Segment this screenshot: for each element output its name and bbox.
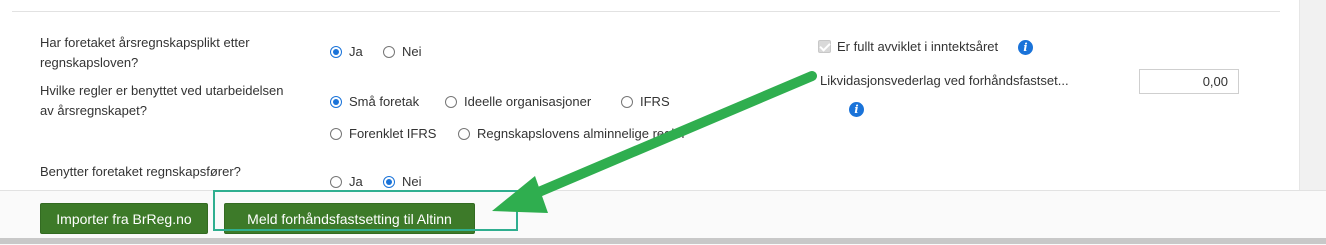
footer-bar: Importer fra BrReg.no Meld forhåndsfasts… — [0, 190, 1326, 245]
q2-option-sma-foretak[interactable]: Små foretak — [330, 94, 419, 109]
q3-option-nei-label: Nei — [402, 174, 422, 189]
radio-unselected[interactable] — [445, 95, 457, 108]
q2-option-forenklet-ifrs[interactable]: Forenklet IFRS — [330, 126, 436, 141]
radio-unselected[interactable] — [383, 45, 395, 58]
info-icon[interactable]: i — [849, 102, 864, 117]
q2-option-label: Regnskapslovens alminnelige regler — [477, 126, 686, 141]
q2-option-label: Forenklet IFRS — [349, 126, 437, 141]
q2-option-alminnelige-regler[interactable]: Regnskapslovens alminnelige regler — [458, 126, 686, 141]
q2-option-ifrs[interactable]: IFRS — [621, 94, 670, 109]
question-accounting-rules: Hvilke regler er benyttet ved utarbeidel… — [40, 83, 284, 118]
question-annual-accounts-obligation: Har foretaket årsregnskapsplikt etter re… — [40, 35, 250, 70]
radio-unselected[interactable] — [458, 127, 470, 140]
info-icon[interactable]: i — [1018, 40, 1033, 55]
question-uses-accountant: Benytter foretaket regnskapsfører? — [40, 164, 241, 179]
wound-up-label: Er fullt avviklet i inntektsåret — [837, 39, 999, 54]
q1-option-nei[interactable]: Nei — [383, 44, 422, 59]
q2-option-label: Ideelle organisasjoner — [464, 94, 592, 109]
liquidation-label: Likvidasjonsvederlag ved forhåndsfastset… — [820, 73, 1069, 88]
radio-selected[interactable] — [330, 95, 342, 108]
q2-option-label: IFRS — [640, 94, 670, 109]
q2-option-ideelle[interactable]: Ideelle organisasjoner — [445, 94, 591, 109]
radio-selected[interactable] — [330, 45, 342, 58]
divider — [12, 11, 1280, 12]
scrollbar[interactable] — [1299, 0, 1326, 190]
liquidation-amount-input[interactable]: 0,00 — [1139, 69, 1239, 94]
checkbox-checked-disabled[interactable] — [818, 40, 831, 53]
q1-option-nei-label: Nei — [402, 44, 422, 59]
radio-unselected[interactable] — [330, 127, 342, 140]
radio-unselected[interactable] — [621, 95, 633, 108]
q3-option-ja-label: Ja — [349, 174, 363, 189]
radio-selected[interactable] — [383, 175, 395, 188]
bottom-edge — [0, 238, 1326, 244]
q1-option-ja-label: Ja — [349, 44, 363, 59]
report-altinn-button[interactable]: Meld forhåndsfastsetting til Altinn — [224, 203, 475, 234]
radio-unselected[interactable] — [330, 175, 342, 188]
q2-option-label: Små foretak — [349, 94, 420, 109]
wound-up-checkbox-row[interactable]: Er fullt avviklet i inntektsåret — [818, 39, 998, 54]
import-brreg-button[interactable]: Importer fra BrReg.no — [40, 203, 208, 234]
q3-option-nei[interactable]: Nei — [383, 174, 422, 189]
q3-option-ja[interactable]: Ja — [330, 174, 363, 189]
q1-option-ja[interactable]: Ja — [330, 44, 363, 59]
